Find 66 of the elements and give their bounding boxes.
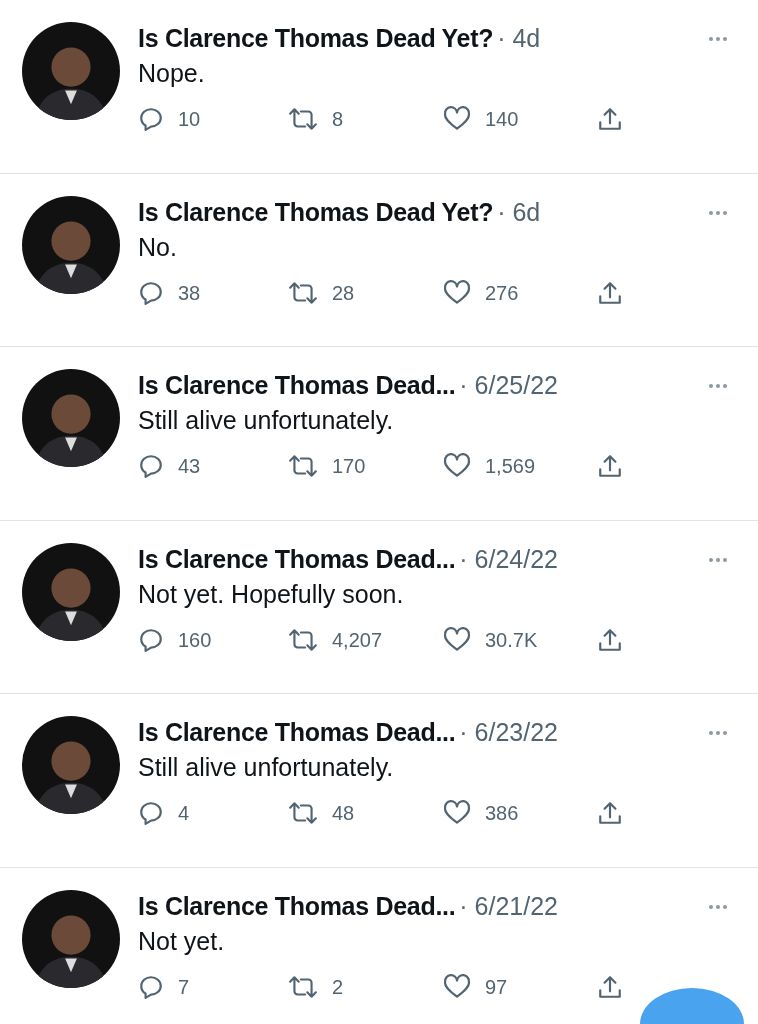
reply-count: 10 [178, 107, 201, 132]
account-name[interactable]: Is Clarence Thomas Dead... [138, 367, 456, 405]
timestamp[interactable]: · 6/21/22 [459, 887, 558, 926]
retweet-icon[interactable] [288, 626, 318, 653]
share-icon[interactable] [598, 800, 622, 826]
like-count: 30.7K [485, 627, 538, 653]
reply-icon[interactable] [138, 279, 164, 306]
account-name[interactable]: Is Clarence Thomas Dead Yet? [138, 193, 494, 232]
tweet-text: No. [138, 231, 178, 263]
tweet-text: Not yet. Hopefully soon. [138, 578, 405, 610]
like-count: 140 [485, 107, 519, 132]
more-icon[interactable] [708, 556, 728, 563]
heart-icon[interactable] [443, 279, 471, 306]
retweet-icon[interactable] [288, 106, 318, 132]
reply-icon[interactable] [138, 453, 164, 479]
heart-icon[interactable] [443, 800, 471, 826]
heart-icon[interactable] [443, 453, 471, 479]
more-icon[interactable] [708, 903, 728, 910]
more-icon[interactable] [708, 36, 728, 42]
tweet-text: Nope. [138, 58, 206, 89]
tweet-text: Still alive unfortunately. [138, 752, 395, 783]
like-count: 1,569 [485, 454, 536, 479]
retweet-icon[interactable] [288, 453, 318, 479]
more-icon[interactable] [708, 730, 728, 736]
reply-icon[interactable] [138, 106, 164, 132]
reply-count: 4 [178, 801, 190, 826]
reply-count: 38 [178, 280, 201, 306]
timestamp[interactable]: · 4d [497, 20, 541, 58]
like-count: 276 [485, 280, 519, 306]
reply-icon[interactable] [138, 626, 164, 653]
account-name[interactable]: Is Clarence Thomas Dead... [138, 540, 456, 579]
account-name[interactable]: Is Clarence Thomas Dead... [138, 714, 456, 752]
heart-icon[interactable] [443, 626, 471, 653]
share-icon[interactable] [598, 279, 622, 306]
share-icon[interactable] [598, 626, 622, 653]
more-icon[interactable] [708, 209, 728, 216]
retweet-icon[interactable] [288, 800, 318, 826]
account-name[interactable]: Is Clarence Thomas Dead Yet? [138, 20, 494, 58]
timestamp[interactable]: · 6/23/22 [459, 714, 558, 752]
reply-icon[interactable] [138, 973, 164, 1000]
account-name[interactable]: Is Clarence Thomas Dead... [138, 887, 456, 926]
retweet-count: 48 [332, 801, 355, 826]
retweet-icon[interactable] [288, 279, 318, 306]
reply-count: 160 [178, 627, 212, 653]
tweet-text: Not yet. [138, 925, 226, 957]
timestamp[interactable]: · 6/24/22 [459, 540, 558, 579]
tweet-text: Still alive unfortunately. [138, 405, 395, 436]
more-icon[interactable] [708, 383, 728, 389]
share-icon[interactable] [598, 453, 622, 479]
like-count: 386 [485, 801, 519, 826]
heart-icon[interactable] [443, 106, 471, 132]
share-icon[interactable] [598, 973, 622, 1000]
retweet-count: 2 [332, 974, 344, 1000]
share-icon[interactable] [598, 106, 622, 132]
retweet-count: 4,207 [332, 627, 383, 653]
reply-count: 7 [178, 974, 190, 1000]
like-count: 97 [485, 974, 508, 1000]
reply-count: 43 [178, 454, 201, 479]
retweet-count: 170 [332, 454, 366, 479]
retweet-count: 28 [332, 280, 355, 306]
heart-icon[interactable] [443, 973, 471, 1000]
retweet-icon[interactable] [288, 973, 318, 1000]
timestamp[interactable]: · 6/25/22 [459, 367, 558, 405]
retweet-count: 8 [332, 107, 344, 132]
timestamp[interactable]: · 6d [497, 193, 541, 232]
reply-icon[interactable] [138, 800, 164, 826]
